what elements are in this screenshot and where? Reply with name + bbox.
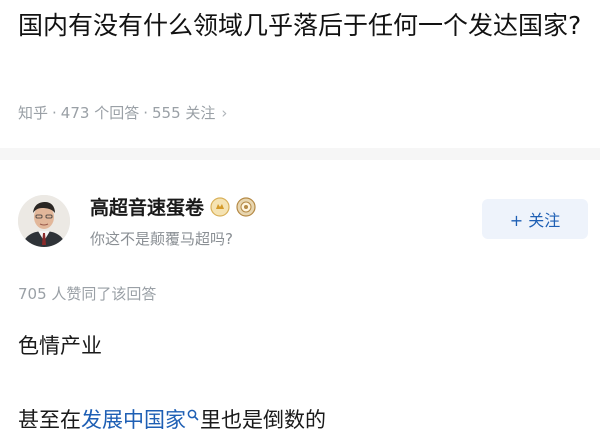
- followers-count: 555 关注: [151, 104, 216, 122]
- author-name[interactable]: 高超音速蛋卷: [90, 193, 204, 220]
- question-title[interactable]: 国内有没有什么领域几乎落后于任何一个发达国家?: [18, 6, 588, 46]
- author-bio: 你这不是颠覆马超吗?: [90, 230, 233, 248]
- question-meta[interactable]: 知乎 · 473 个回答 · 555 关注 ›: [18, 102, 227, 123]
- answer-paragraph: 色情产业: [18, 334, 102, 358]
- answer-text: 里也是倒数的: [200, 408, 326, 432]
- answer-author: 高超音速蛋卷 你这不是颠覆马超吗? + 关注: [18, 191, 588, 251]
- answers-count: 473 个回答: [60, 104, 140, 122]
- author-name-row: 高超音速蛋卷: [90, 193, 256, 220]
- search-icon[interactable]: [187, 404, 199, 421]
- answer-paragraph: 甚至在发展中国家 里也是倒数的: [18, 404, 326, 434]
- meta-separator: ·: [52, 103, 57, 122]
- avatar[interactable]: [18, 195, 70, 247]
- agree-count: 705 人赞同了该回答: [18, 285, 157, 303]
- follow-button[interactable]: + 关注: [482, 199, 588, 239]
- medal-badge-icon: [236, 196, 256, 217]
- search-link[interactable]: 发展中国家: [81, 408, 186, 432]
- answer-text: 甚至在: [18, 408, 81, 432]
- meta-separator: ·: [143, 103, 148, 122]
- verified-badge-icon: [210, 196, 230, 217]
- section-divider: [0, 148, 600, 160]
- chevron-right-icon: ›: [221, 103, 228, 122]
- source-label: 知乎: [18, 104, 49, 122]
